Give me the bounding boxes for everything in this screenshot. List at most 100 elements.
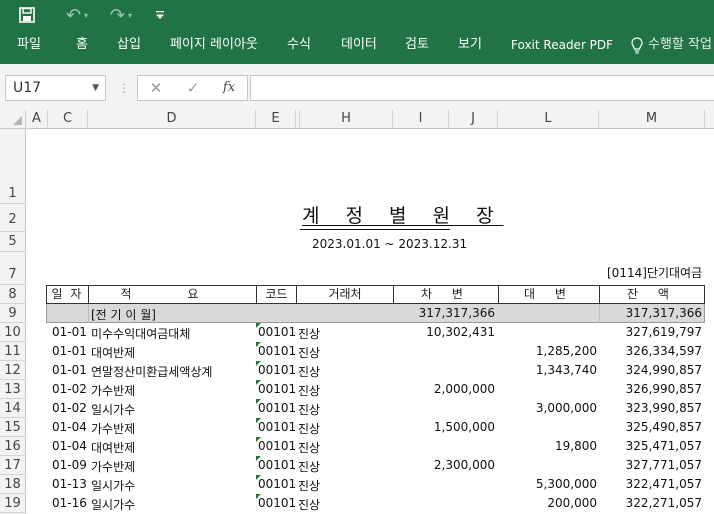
column-header-m[interactable]: M — [599, 110, 705, 128]
select-all-button[interactable] — [0, 110, 26, 128]
column-headers: A C D E H I J L M — [0, 110, 714, 129]
row-header-2[interactable]: 2 — [0, 204, 25, 232]
row-header-12[interactable]: 12 — [0, 361, 25, 380]
header-date: 일 자 — [46, 285, 88, 304]
row-header-8[interactable]: 8 — [0, 285, 25, 304]
row-header-1[interactable]: 1 — [0, 129, 25, 204]
tell-me-search[interactable]: 수행할 작업 — [648, 30, 712, 64]
row-header-18[interactable]: 18 — [0, 475, 25, 494]
error-indicator-icon[interactable] — [256, 323, 261, 328]
row-header-7[interactable]: 7 — [0, 252, 25, 285]
redo-icon[interactable]: ↷ ▾ — [104, 0, 138, 30]
entry-date: 01-01 — [52, 363, 87, 377]
select-all-icon — [13, 116, 22, 125]
entry-credit: 1,285,200 — [535, 344, 597, 358]
entry-partner: 진상 — [298, 498, 321, 512]
name-box[interactable]: U17 ▼ — [5, 75, 106, 101]
tab-insert[interactable]: 삽입 — [117, 30, 141, 64]
entry-date: 01-02 — [52, 401, 87, 415]
row-header-13[interactable]: 13 — [0, 380, 25, 399]
entry-date: 01-04 — [52, 420, 87, 434]
tab-file[interactable]: 파일 — [17, 30, 41, 64]
error-indicator-icon[interactable] — [256, 494, 261, 499]
entry-code: 00101 — [258, 325, 297, 339]
error-indicator-icon[interactable] — [256, 361, 261, 366]
tab-home[interactable]: 홈 — [76, 30, 88, 64]
cancel-icon[interactable]: ✕ — [143, 76, 169, 100]
carryover-separator — [88, 304, 89, 323]
entry-balance: 325,490,857 — [625, 420, 702, 434]
column-header-h[interactable]: H — [300, 110, 393, 128]
undo-icon[interactable]: ↶ ▾ — [60, 0, 94, 30]
entry-debit: 1,500,000 — [433, 420, 495, 434]
error-indicator-icon[interactable] — [256, 380, 261, 385]
entry-balance: 326,990,857 — [625, 382, 702, 396]
row-header-9[interactable]: 9 — [0, 304, 25, 323]
worksheet-grid[interactable]: 계 정 별 원 장 2023.01.01 ~ 2023.12.31 [0114]… — [26, 129, 714, 514]
entry-partner: 진상 — [298, 460, 321, 474]
insert-function-icon[interactable]: fx — [216, 76, 242, 100]
row-header-11[interactable]: 11 — [0, 342, 25, 361]
tab-foxit-reader-pdf[interactable]: Foxit Reader PDF — [511, 30, 613, 64]
column-header-l[interactable]: L — [498, 110, 599, 128]
entry-partner: 진상 — [298, 365, 321, 379]
row-header-15[interactable]: 15 — [0, 418, 25, 437]
tab-view[interactable]: 보기 — [458, 30, 482, 64]
entry-code: 00101 — [258, 401, 297, 415]
tab-data[interactable]: 데이터 — [341, 30, 377, 64]
error-indicator-icon[interactable] — [256, 437, 261, 442]
error-indicator-icon[interactable] — [256, 418, 261, 423]
entry-partner: 진상 — [298, 327, 321, 341]
tab-formulas[interactable]: 수식 — [287, 30, 311, 64]
row-header-19[interactable]: 19 — [0, 494, 25, 513]
entry-balance: 327,619,797 — [625, 325, 702, 339]
column-header-j[interactable]: J — [449, 110, 498, 128]
entry-partner: 진상 — [298, 479, 321, 493]
entry-credit: 1,343,740 — [535, 363, 597, 377]
entry-credit: 200,000 — [547, 496, 597, 510]
entry-description: 가수반제 — [91, 384, 136, 398]
column-header-i[interactable]: I — [393, 110, 449, 128]
chevron-down-icon[interactable]: ▼ — [92, 76, 99, 100]
row-header-16[interactable]: 16 — [0, 437, 25, 456]
error-indicator-icon[interactable] — [256, 456, 261, 461]
header-balance: 잔 액 — [599, 285, 705, 304]
column-header-d[interactable]: D — [88, 110, 256, 128]
entry-code: 00101 — [258, 477, 297, 491]
tab-page-layout[interactable]: 페이지 레이아웃 — [170, 30, 258, 64]
account-name: [0114]단기대여금 — [607, 266, 703, 280]
entry-credit: 3,000,000 — [535, 401, 597, 415]
error-indicator-icon[interactable] — [256, 475, 261, 480]
error-indicator-icon[interactable] — [256, 399, 261, 404]
entry-credit: 5,300,000 — [535, 477, 597, 491]
customize-qat-icon[interactable] — [150, 0, 170, 30]
entry-debit: 10,302,431 — [426, 325, 495, 339]
tab-review[interactable]: 검토 — [405, 30, 429, 64]
entry-description: 일시가수 — [91, 479, 136, 493]
entry-date: 01-02 — [52, 382, 87, 396]
entry-balance: 322,271,057 — [625, 496, 702, 510]
report-title: 계 정 별 원 장 — [302, 205, 504, 227]
entry-description: 가수반제 — [91, 460, 136, 474]
row-header-14[interactable]: 14 — [0, 399, 25, 418]
row-header-5[interactable]: 5 — [0, 232, 25, 252]
entry-balance: 324,990,857 — [625, 363, 702, 377]
column-header-c[interactable]: C — [48, 110, 88, 128]
enter-icon[interactable]: ✓ — [180, 76, 206, 100]
entry-date: 01-01 — [52, 344, 87, 358]
carryover-label: [전 기 이 월] — [91, 308, 156, 322]
lightbulb-icon — [631, 37, 643, 54]
save-icon[interactable] — [16, 0, 38, 30]
entry-description: 일시가수 — [91, 498, 136, 512]
formula-input[interactable] — [250, 75, 714, 101]
column-header-e[interactable]: E — [256, 110, 296, 128]
row-header-17[interactable]: 17 — [0, 456, 25, 475]
ribbon-tabs: 파일 홈 삽입 페이지 레이아웃 수식 데이터 검토 보기 Foxit Read… — [0, 30, 714, 64]
name-box-value: U17 — [13, 80, 42, 96]
row-header-10[interactable]: 10 — [0, 323, 25, 342]
entry-partner: 진상 — [298, 441, 321, 455]
column-header-a[interactable]: A — [26, 110, 48, 128]
resize-handle-icon[interactable]: ⋮ — [118, 77, 130, 99]
header-description: 적 요 — [88, 285, 256, 304]
error-indicator-icon[interactable] — [256, 342, 261, 347]
